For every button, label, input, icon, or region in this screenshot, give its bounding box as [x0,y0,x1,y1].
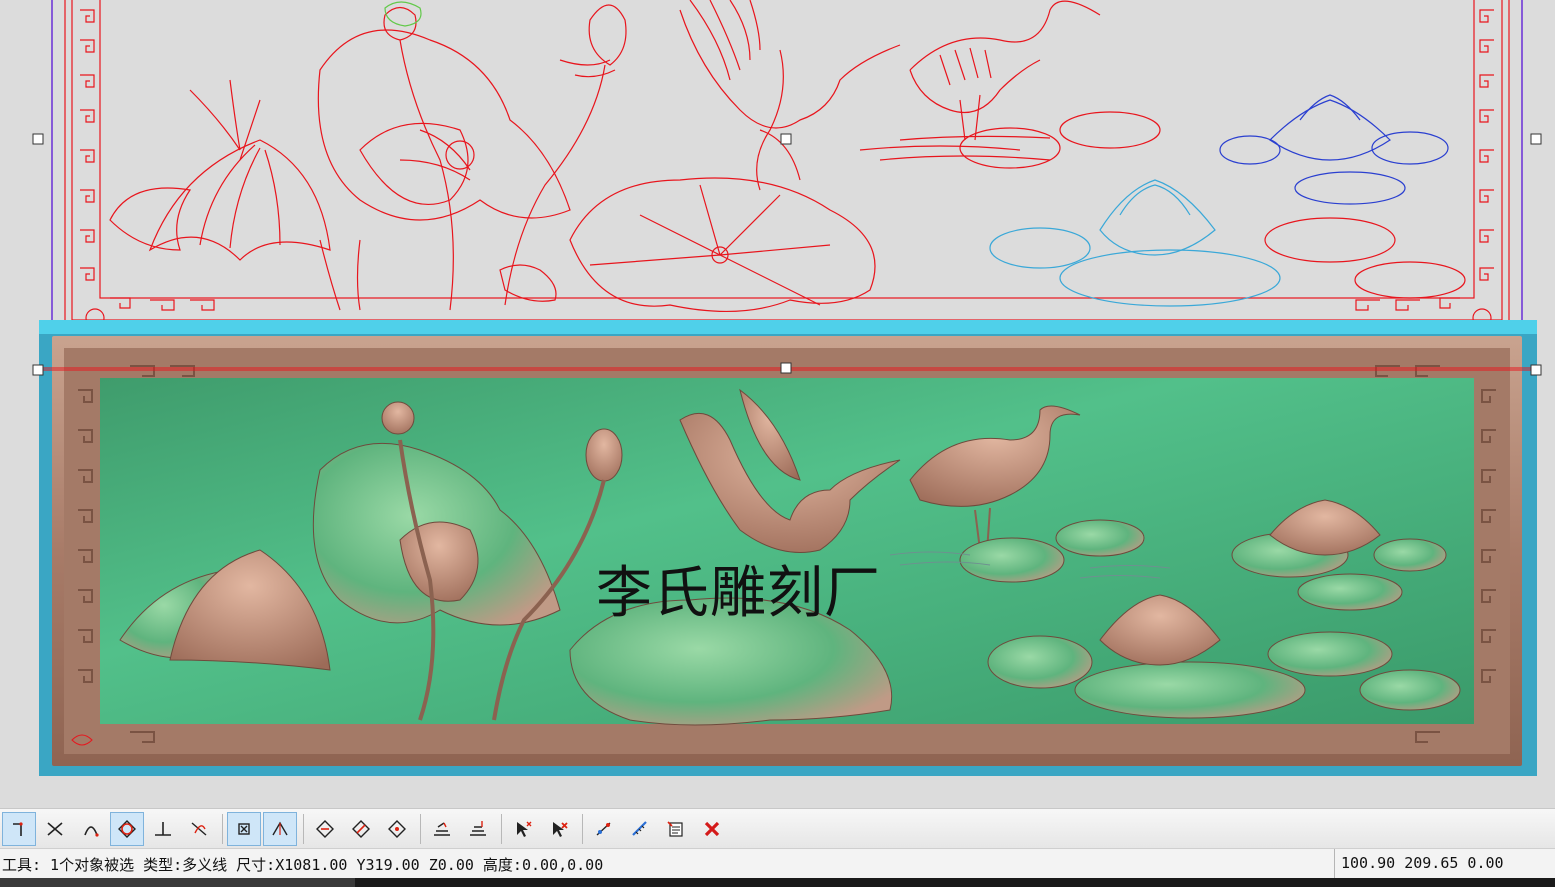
toolbar-separator [303,813,304,844]
intersect-icon [47,821,63,836]
intersect-button[interactable] [38,812,72,846]
node-edit-button[interactable] [587,812,621,846]
handle-center-mid [780,362,792,374]
layer-stack-icon [470,820,486,836]
watermark-text: 李氏雕刻厂 [596,561,881,626]
diamond-point-icon [388,819,406,838]
toolbar-separator [501,813,502,844]
cyan-lotus [989,179,1281,307]
corner-line-icon [13,821,23,836]
arc-icon [84,825,99,837]
diamond-edit-button[interactable] [344,812,378,846]
red-crane-standing [909,0,1101,141]
blue-lotus [1219,94,1449,205]
select-remove-icon [553,821,568,837]
circle-snap-icon [118,819,136,838]
green-bud [384,1,422,27]
drawing-canvas[interactable]: 李氏雕刻厂 [0,0,1555,808]
layer-up-button[interactable] [425,812,459,846]
status-bar: 工具: 1个对象被选 类型:多义线 尺寸:X1081.00 Y319.00 Z0… [0,848,1555,879]
vector-drawing [51,0,1523,357]
node-edit-icon [596,821,611,836]
measure-icon [632,820,647,836]
snap-toolbar [0,808,1555,848]
layer-stack-button[interactable] [461,812,495,846]
circle-snap-button[interactable] [110,811,144,846]
tangent-button[interactable] [182,812,216,846]
angle-icon [272,821,288,835]
measure-button[interactable] [623,812,657,846]
diamond-snap-icon [316,819,334,838]
toolbar-separator [582,813,583,844]
arc-button[interactable] [74,812,108,846]
diamond-edit-icon [352,819,370,838]
red-lily-pads [859,111,1466,299]
toolbar-separator [420,813,421,844]
angle-button[interactable] [263,811,297,846]
select-add-button[interactable] [506,812,540,846]
taskbar-strip [0,878,1555,887]
tangent-icon [191,821,207,836]
handle-center-top [780,133,792,145]
toolbar-separator [222,813,223,844]
key-pattern-right [1355,9,1494,328]
properties-button[interactable] [659,812,693,846]
perpendicular-icon [155,821,171,836]
diamond-point-button[interactable] [380,812,414,846]
red-crane-flying [679,0,901,191]
handle-left-top [32,133,44,145]
red-lotus-left [109,4,627,311]
corner-line-button[interactable] [2,811,36,846]
diamond-snap-button[interactable] [308,812,342,846]
select-add-icon [517,821,532,837]
select-remove-button[interactable] [542,812,576,846]
node-snap-button[interactable] [227,811,261,846]
handle-left-mid [32,364,44,376]
delete-icon [704,821,720,836]
properties-icon [667,820,683,837]
delete-button[interactable] [695,812,729,846]
layer-up-icon [434,821,450,836]
design-artwork [32,0,1542,776]
node-snap-icon [238,822,250,835]
handle-right-top [1530,133,1542,145]
coordinate-readout: 100.90 209.65 0.00 [1334,849,1555,879]
handle-right-mid [1530,364,1542,376]
status-text: 工具: 1个对象被选 类型:多义线 尺寸:X1081.00 Y319.00 Z0… [2,856,604,874]
red-lotus-leaf-center [569,177,876,313]
perpendicular-button[interactable] [146,812,180,846]
